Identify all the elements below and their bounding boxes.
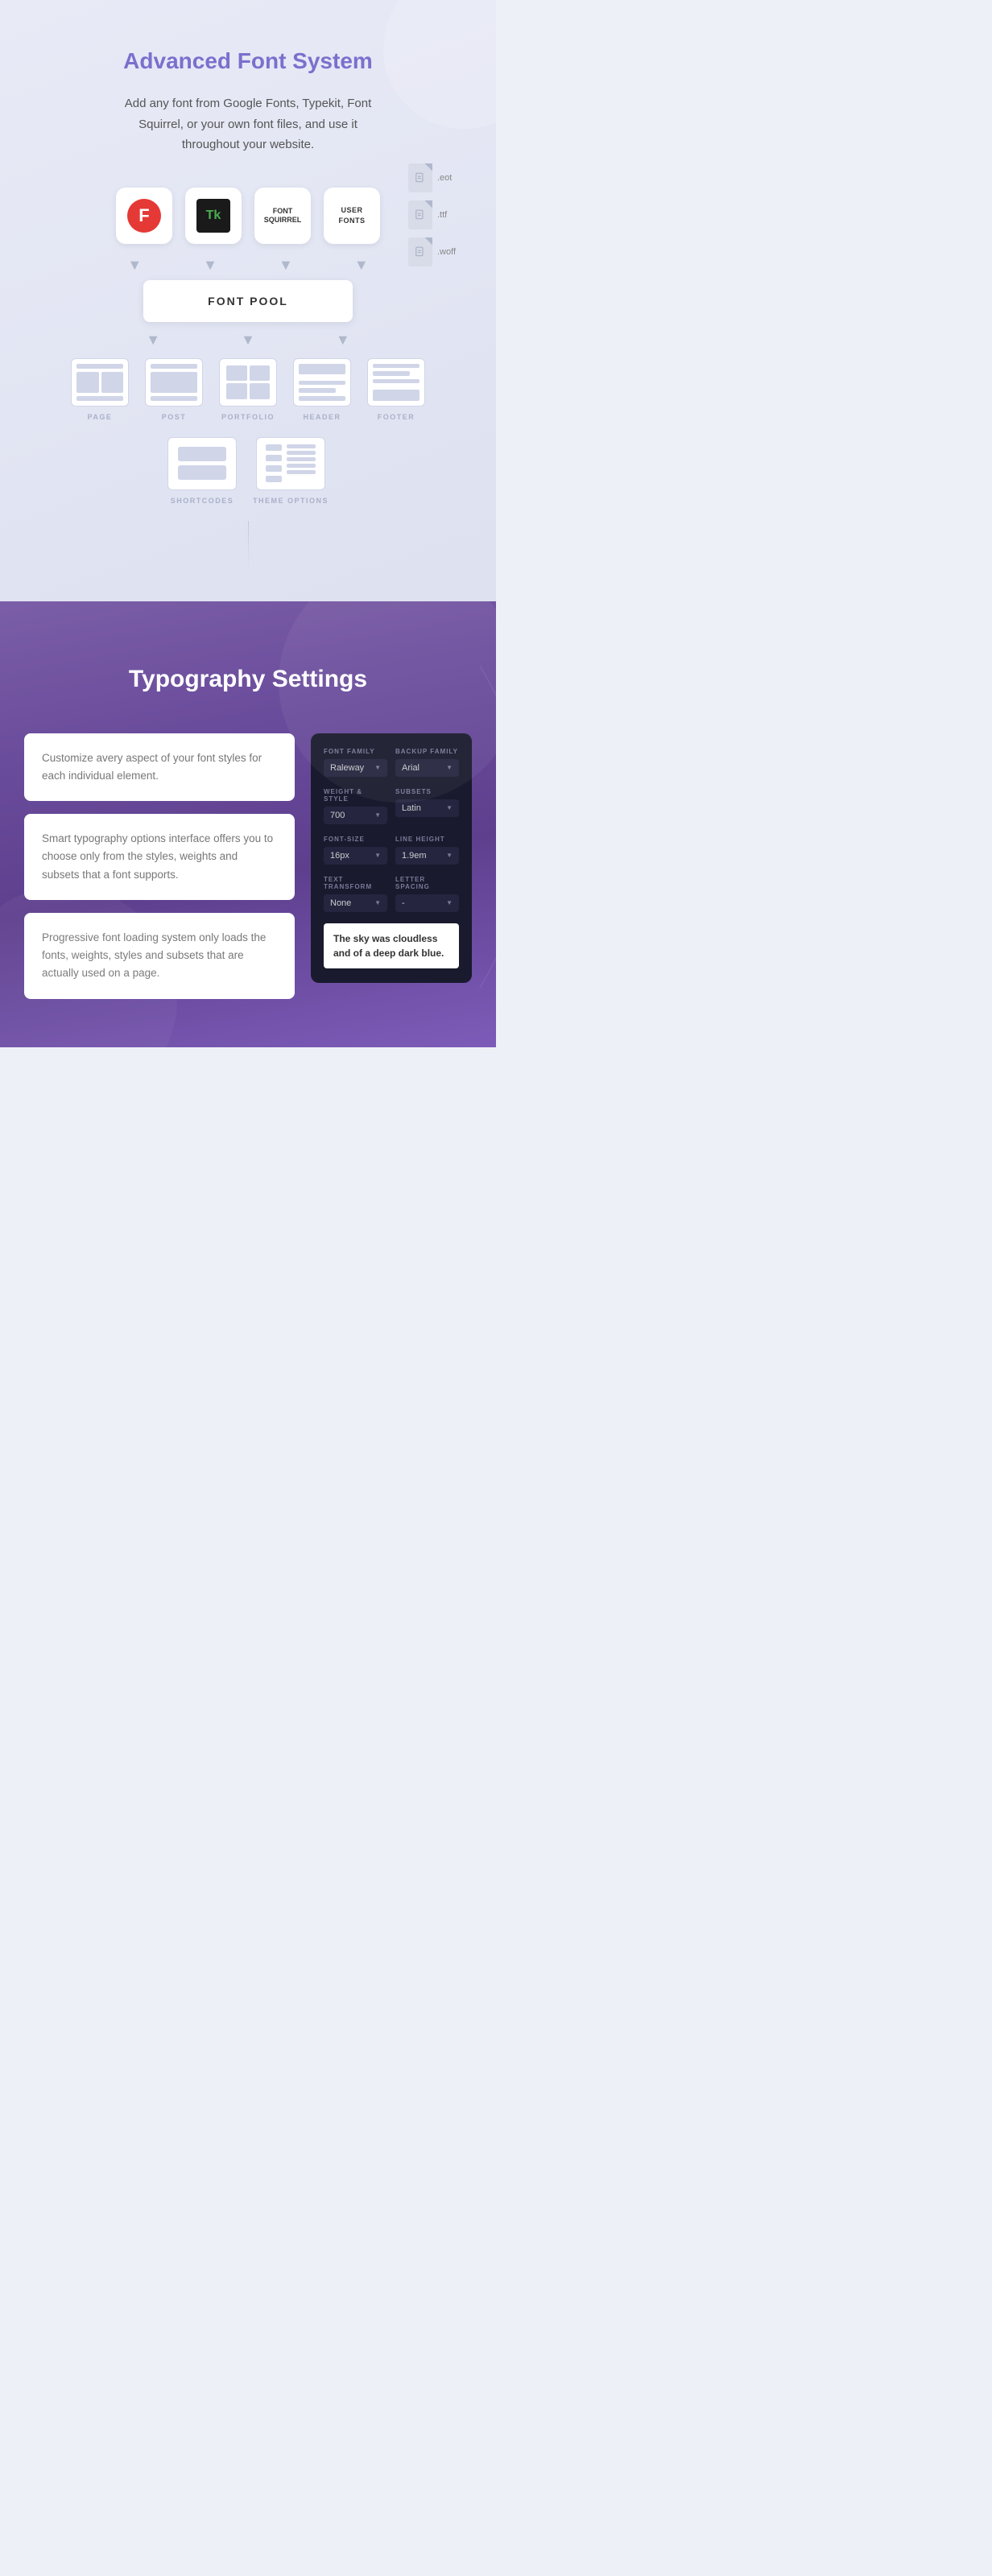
user-fonts-icon: USERFONTS — [339, 205, 366, 225]
font-system-section: Advanced Font System Add any font from G… — [0, 0, 496, 601]
layout-header-icon — [293, 358, 351, 407]
footer-bottom-bar — [373, 390, 420, 400]
layout-footer-icon — [367, 358, 425, 407]
footer-line-2 — [373, 371, 410, 376]
layout-theme-options-icon — [256, 437, 325, 490]
page-col-2 — [101, 372, 124, 393]
layout-post-item: POST — [145, 358, 203, 421]
shortcode-row-1 — [178, 447, 226, 461]
woff-file-icon — [408, 237, 432, 266]
ttf-label: .ttf — [437, 210, 447, 220]
ttf-file-item: .ttf — [408, 200, 456, 229]
ttf-file-icon — [408, 200, 432, 229]
file-types-column: .eot .ttf .woff — [408, 163, 456, 266]
shortcode-row-2 — [178, 465, 226, 480]
feature-card-2-text: Smart typography options interface offer… — [42, 830, 277, 884]
arrows-row-2: ▼ ▼ ▼ — [16, 332, 480, 349]
font-logos-row: F Tk FONTSQUIRREL USERFONTS .eot — [16, 188, 480, 244]
page-bar-2 — [76, 396, 123, 401]
header-top-bar — [299, 364, 345, 374]
layout-portfolio-item: PORTFOLIO — [219, 358, 277, 421]
footer-line-1 — [373, 364, 420, 369]
layout-post-label: POST — [162, 413, 187, 421]
layout-portfolio-icon — [219, 358, 277, 407]
woff-file-item: .woff — [408, 237, 456, 266]
theme-options-sidebar — [266, 444, 282, 482]
arrow-3: ▼ — [279, 257, 293, 274]
post-bar-1 — [151, 364, 197, 369]
layout-page-label: PAGE — [88, 413, 113, 421]
post-main — [151, 372, 197, 393]
layout-shortcodes-label: SHORTCODES — [171, 497, 234, 505]
page-col-1 — [76, 372, 99, 393]
arrow-4: ▼ — [354, 257, 369, 274]
portfolio-cell-3 — [226, 383, 247, 399]
layout-post-icon — [145, 358, 203, 407]
arrow-pool-1: ▼ — [146, 332, 160, 349]
curve-decoration — [335, 666, 496, 988]
font-squirrel-icon: FONTSQUIRREL — [264, 207, 302, 225]
arrow-pool-2: ▼ — [241, 332, 255, 349]
typekit-icon: Tk — [196, 199, 230, 233]
woff-label: .woff — [437, 247, 456, 257]
header-line-3 — [299, 396, 345, 401]
layout-icons-row-2: SHORTCODES — [16, 437, 480, 505]
feature-card-1: Customize avery aspect of your font styl… — [24, 733, 295, 802]
theme-options-content — [287, 444, 316, 482]
portfolio-cell-2 — [250, 365, 271, 382]
font-pool-box: FONT POOL — [143, 280, 353, 322]
layout-portfolio-label: PORTFOLIO — [221, 413, 275, 421]
layout-shortcodes-item: SHORTCODES — [167, 437, 237, 505]
layout-footer-label: FOOTER — [378, 413, 415, 421]
typekit-logo: Tk — [185, 188, 242, 244]
arrow-2: ▼ — [203, 257, 217, 274]
font-squirrel-logo: FONTSQUIRREL — [254, 188, 311, 244]
header-line-1 — [299, 381, 345, 386]
header-line-2 — [299, 388, 336, 393]
layout-header-label: HEADER — [303, 413, 341, 421]
google-fonts-logo: F — [116, 188, 172, 244]
feature-card-1-text: Customize avery aspect of your font styl… — [42, 749, 277, 786]
arrow-1: ▼ — [127, 257, 142, 274]
eot-file-icon — [408, 163, 432, 192]
footer-line-3 — [373, 379, 420, 384]
layout-header-item: HEADER — [293, 358, 351, 421]
layout-shortcodes-icon — [167, 437, 237, 490]
theme-options-inner — [262, 440, 320, 486]
layout-page-item: PAGE — [71, 358, 129, 421]
portfolio-cell-1 — [226, 365, 247, 382]
layout-footer-item: FOOTER — [367, 358, 425, 421]
portfolio-cell-4 — [250, 383, 271, 399]
user-fonts-logo: USERFONTS — [324, 188, 380, 244]
layout-theme-options-label: THEME OPTIONS — [253, 497, 329, 505]
font-system-desc: Add any font from Google Fonts, Typekit,… — [111, 93, 385, 155]
font-pool-wrapper: FONT POOL — [16, 280, 480, 322]
google-fonts-icon: F — [127, 199, 161, 233]
layout-icons-row-1: PAGE POST — [16, 358, 480, 421]
typography-section: Typography Settings Customize avery aspe… — [0, 601, 496, 1047]
post-bar-2 — [151, 396, 197, 401]
shortcodes-inner — [173, 442, 231, 485]
page-cols — [76, 372, 123, 393]
connector-line — [248, 521, 249, 569]
eot-label: .eot — [437, 173, 452, 183]
page-bar-1 — [76, 364, 123, 369]
eot-file-item: .eot — [408, 163, 456, 192]
arrow-pool-3: ▼ — [336, 332, 350, 349]
layout-page-icon — [71, 358, 129, 407]
portfolio-grid — [225, 364, 271, 401]
layout-theme-options-item: THEME OPTIONS — [253, 437, 329, 505]
font-system-title: Advanced Font System — [16, 48, 480, 74]
